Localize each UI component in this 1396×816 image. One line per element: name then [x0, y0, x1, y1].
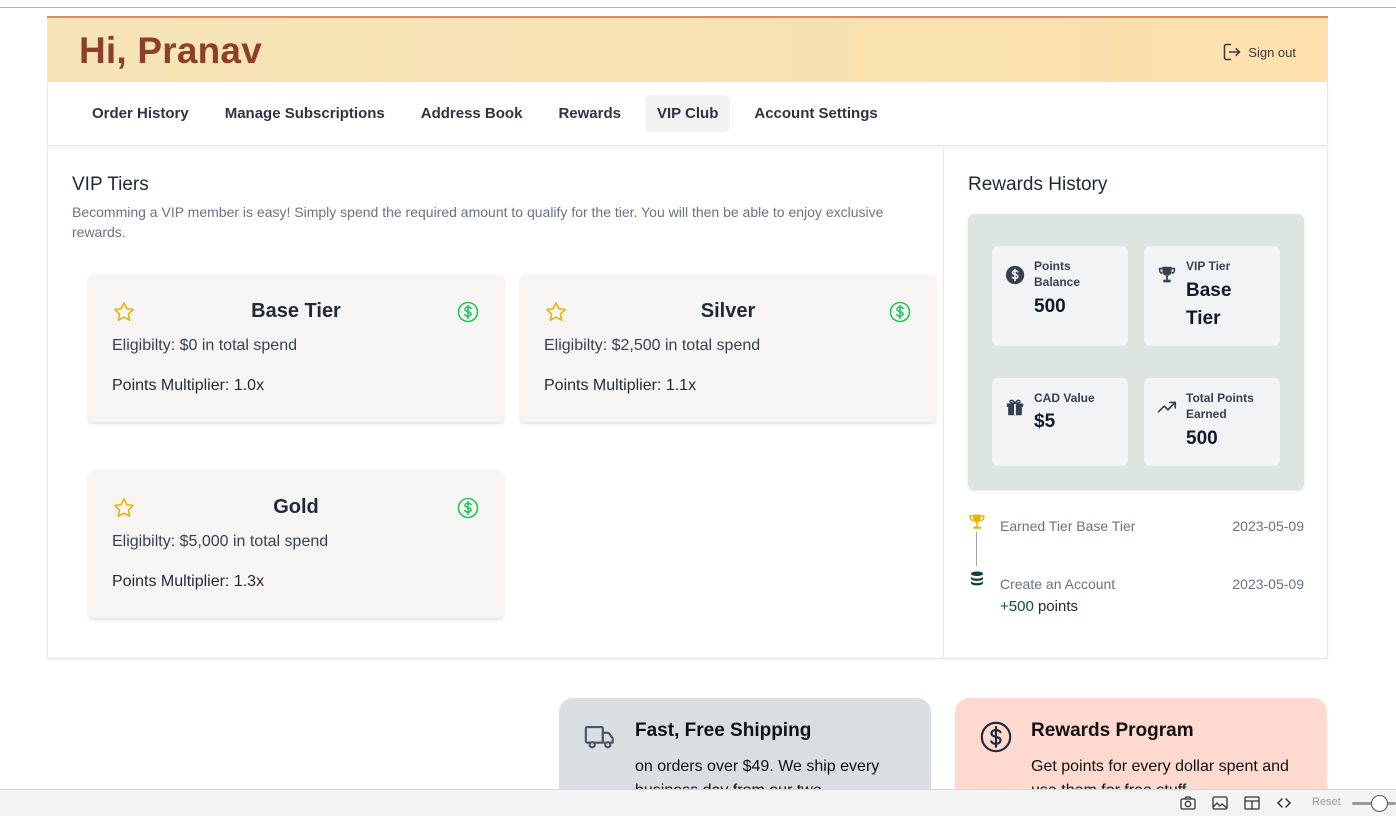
points-number: +500 [1000, 598, 1034, 615]
timeline-connector [976, 532, 977, 566]
history-item-date: 2023-05-09 [1232, 518, 1304, 534]
dollar-circle-icon [1005, 265, 1025, 285]
tab-order-history[interactable]: Order History [80, 95, 201, 132]
history-item-points: +500 points [1000, 598, 1078, 615]
stat-label: CAD Value [1034, 391, 1095, 405]
stat-value: $5 [1034, 411, 1056, 432]
trending-up-icon [1157, 401, 1177, 413]
tier-eligibility: Eligibilty: $5,000 in total spend [112, 533, 329, 550]
image-icon[interactable] [1212, 796, 1228, 810]
dollar-circle-icon [980, 721, 1012, 753]
promo-title: Rewards Program [1031, 720, 1194, 741]
tab-vip-club[interactable]: VIP Club [644, 95, 731, 132]
stat-value: 500 [1186, 428, 1218, 449]
tier-eligibility: Eligibilty: $0 in total spend [112, 337, 297, 354]
stat-cad-value: CAD Value $5 [992, 378, 1128, 466]
gift-icon [1006, 399, 1024, 416]
tab-manage-subscriptions[interactable]: Manage Subscriptions [213, 95, 397, 132]
tier-card-base: Base Tier Eligibilty: $0 in total spend … [88, 274, 504, 422]
tier-name: Gold [273, 496, 319, 518]
browser-bottom-toolbar: Reset [0, 789, 1396, 816]
stat-label: Points Balance [1034, 259, 1081, 289]
coins-icon [971, 571, 983, 586]
tier-name: Base Tier [251, 300, 341, 322]
reset-button[interactable]: Reset [1312, 796, 1341, 808]
tab-account-settings[interactable]: Account Settings [742, 95, 889, 132]
account-tabs: Order History Manage Subscriptions Addre… [47, 82, 1328, 146]
trophy-icon [969, 514, 985, 529]
tier-name: Silver [700, 300, 756, 322]
stat-vip-tier: VIP Tier Base Tier [1144, 246, 1280, 346]
tier-multiplier: Points Multiplier: 1.1x [544, 377, 697, 394]
history-item-date: 2023-05-09 [1232, 576, 1304, 592]
trophy-icon [1158, 266, 1176, 283]
sign-out-button[interactable]: Sign out [1222, 42, 1296, 62]
layout-icon[interactable] [1244, 796, 1260, 810]
tab-rewards[interactable]: Rewards [546, 95, 633, 132]
camera-icon[interactable] [1180, 796, 1196, 810]
vip-tiers-description: Becomming a VIP member is easy! Simply s… [72, 204, 884, 240]
tier-multiplier: Points Multiplier: 1.3x [112, 573, 265, 590]
stat-points-balance: Points Balance 500 [992, 246, 1128, 346]
dollar-circle-icon [889, 301, 911, 323]
sign-out-label: Sign out [1248, 44, 1296, 60]
tier-multiplier: Points Multiplier: 1.0x [112, 377, 265, 394]
history-item-text: Create an Account [1000, 576, 1116, 592]
dollar-circle-icon [457, 301, 479, 323]
welcome-banner: Hi, Pranav Sign out [47, 16, 1328, 82]
stat-value: 500 [1034, 296, 1066, 317]
zoom-slider-handle[interactable] [1371, 795, 1388, 812]
tier-eligibility: Eligibilty: $2,500 in total spend [544, 337, 761, 354]
code-icon[interactable] [1276, 796, 1292, 810]
truck-icon [584, 726, 614, 749]
vip-content: VIP Tiers Becomming a VIP member is easy… [47, 148, 1328, 659]
vip-tiers-section: VIP Tiers Becomming a VIP member is easy… [48, 148, 944, 658]
rewards-history-title: Rewards History [968, 174, 1108, 195]
points-word: points [1037, 598, 1078, 615]
tier-card-silver: Silver Eligibilty: $2,500 in total spend… [520, 274, 936, 422]
vip-tiers-title: VIP Tiers [72, 174, 149, 195]
dollar-circle-icon [457, 497, 479, 519]
history-item-text: Earned Tier Base Tier [1000, 518, 1136, 534]
top-border [0, 0, 1396, 8]
promo-title: Fast, Free Shipping [635, 720, 812, 741]
tier-card-gold: Gold Eligibilty: $5,000 in total spend P… [88, 470, 504, 618]
sign-out-icon [1224, 43, 1241, 61]
tab-address-book[interactable]: Address Book [409, 95, 535, 132]
stat-total-points: Total Points Earned 500 [1144, 378, 1280, 466]
rewards-history-section: Rewards History Points Balance 500 VIP T… [944, 148, 1328, 658]
stat-label: VIP Tier [1186, 259, 1231, 273]
greeting-title: Hi, Pranav [79, 30, 262, 71]
rewards-stats-panel: Points Balance 500 VIP Tier Base Tier CA… [968, 214, 1304, 490]
stat-label: Total Points Earned [1186, 391, 1254, 421]
stat-value: Base Tier [1186, 280, 1232, 329]
